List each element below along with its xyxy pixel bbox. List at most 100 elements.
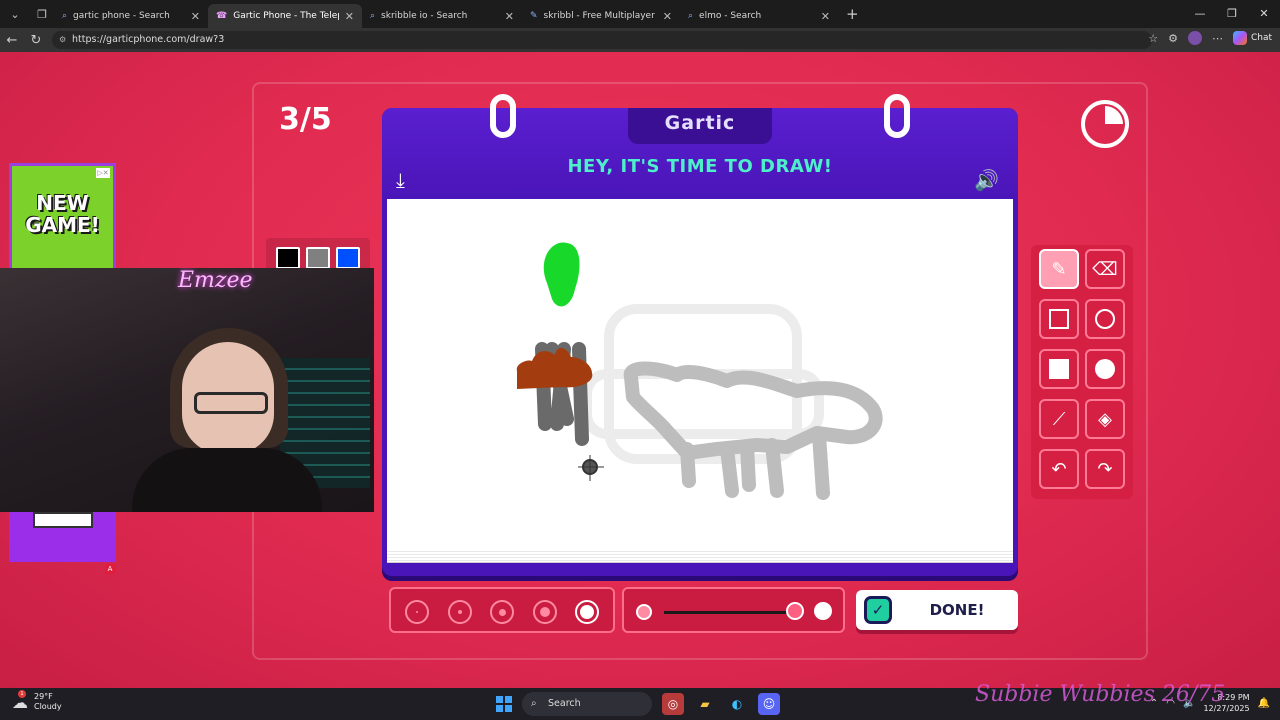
skribbl-icon: ✎ <box>530 11 538 21</box>
drawing-notebook: Gartic ⤓ 🔊 HEY, IT'S TIME TO DRAW! <box>382 94 1018 576</box>
undo-tool[interactable]: ↶ <box>1039 449 1079 489</box>
circle-filled-icon <box>1095 359 1115 379</box>
tool-panel: ✎ ⌫ ⟋ ◈ ↶ ↷ <box>1031 245 1133 499</box>
copilot-chat-button[interactable]: Chat <box>1232 31 1272 45</box>
close-tab-icon[interactable]: ✕ <box>345 10 354 23</box>
url-input[interactable]: ⚙ https://garticphone.com/draw?3 <box>52 31 1152 49</box>
color-swatch-blue[interactable] <box>336 247 360 269</box>
brush-size-1[interactable] <box>405 600 429 624</box>
square-outline-icon <box>1049 309 1069 329</box>
brush-size-4[interactable] <box>533 600 557 624</box>
line-tool[interactable]: ⟋ <box>1039 399 1079 439</box>
drawing-canvas[interactable] <box>387 199 1013 551</box>
square-filled-icon <box>1049 359 1069 379</box>
opacity-max-icon <box>814 602 832 620</box>
edge-browser-icon[interactable]: ◐ <box>726 693 748 715</box>
draw-prompt-headline: HEY, IT'S TIME TO DRAW! <box>567 156 833 177</box>
undo-icon: ↶ <box>1051 458 1067 480</box>
opacity-min-icon <box>636 604 652 620</box>
advertisement-banner-lower[interactable] <box>9 512 116 562</box>
tab-gartic-search[interactable]: ⌕ gartic phone - Search ✕ <box>54 4 208 28</box>
site-info-icon[interactable]: ⚙ <box>59 31 66 49</box>
ad-choices-icon[interactable]: A <box>105 564 115 574</box>
fill-bucket-tool[interactable]: ◈ <box>1085 399 1125 439</box>
toolbar-right: ☆ ⚙ ⋯ Chat <box>1148 31 1272 45</box>
redo-icon: ↷ <box>1097 458 1113 480</box>
file-explorer-icon[interactable]: ▰ <box>694 693 716 715</box>
weather-widget[interactable]: ☁ 1 29°F Cloudy <box>12 689 62 712</box>
notification-badge: 1 <box>18 689 26 698</box>
close-window-icon[interactable]: ✕ <box>1248 0 1280 28</box>
notifications-bell-icon[interactable]: 🔔 <box>1258 698 1270 709</box>
done-button[interactable]: ✓ DONE! <box>856 590 1018 630</box>
close-tab-icon[interactable]: ✕ <box>821 10 830 23</box>
gartic-icon: ☎ <box>216 11 228 21</box>
brush-size-2[interactable] <box>448 600 472 624</box>
close-tab-icon[interactable]: ✕ <box>191 10 200 23</box>
taskbar-search[interactable]: ⌕ Search <box>522 692 652 716</box>
pencil-tool[interactable]: ✎ <box>1039 249 1079 289</box>
tab-actions-chevron-icon[interactable]: ⌄ <box>3 3 27 25</box>
binder-ring-right <box>884 94 910 138</box>
circle-outline-icon <box>1095 309 1115 329</box>
glasses <box>194 392 268 414</box>
discord-icon[interactable]: ☺ <box>758 693 780 715</box>
color-swatch-black[interactable] <box>276 247 300 269</box>
reload-icon[interactable]: ↻ <box>24 33 48 48</box>
eraser-icon: ⌫ <box>1092 258 1118 280</box>
search-icon: ⌕ <box>531 698 537 709</box>
circle-outline-tool[interactable] <box>1085 299 1125 339</box>
maximize-icon[interactable]: ❐ <box>1216 0 1248 28</box>
address-bar-row: ← ↻ ⚙ https://garticphone.com/draw?3 ☆ ⚙… <box>0 28 1280 52</box>
more-menu-icon[interactable]: ⋯ <box>1212 32 1223 45</box>
color-swatch-gray[interactable] <box>306 247 330 269</box>
brush-size-5[interactable] <box>575 600 599 624</box>
brush-size-3[interactable] <box>490 600 514 624</box>
taskbar-apps: ⌕ Search ◎ ▰ ◐ ☺ <box>496 692 780 716</box>
ad-info-icon[interactable]: ▷✕ <box>96 168 110 178</box>
neon-sign: Emzee <box>178 268 253 293</box>
eraser-tool[interactable]: ⌫ <box>1085 249 1125 289</box>
search-icon: ⌕ <box>62 11 68 21</box>
windows-start-icon[interactable] <box>496 696 512 712</box>
animal-outline <box>623 361 883 460</box>
back-arrow-icon[interactable]: ← <box>0 33 24 48</box>
redo-tool[interactable]: ↷ <box>1085 449 1125 489</box>
round-counter: 3/5 <box>279 102 332 137</box>
opacity-track[interactable] <box>664 611 794 614</box>
opacity-slider-handle[interactable] <box>786 602 804 620</box>
search-icon: ⌕ <box>370 11 376 21</box>
line-icon: ⟋ <box>1052 408 1066 430</box>
stream-watermark: Subbie Wubbies 26/75 <box>975 682 1226 707</box>
tree-foliage <box>543 242 580 307</box>
window-controls: — ❐ ✕ <box>1184 0 1280 28</box>
webcam-overlay: Emzee <box>0 268 374 512</box>
pencil-icon: ✎ <box>1051 258 1067 280</box>
tab-skribbl[interactable]: ✎ skribbl - Free Multiplayer Drawing ✕ <box>522 4 680 28</box>
new-tab-plus-icon[interactable]: + <box>846 5 859 23</box>
profile-avatar[interactable] <box>1187 31 1202 45</box>
opacity-slider <box>622 587 845 633</box>
square-outline-tool[interactable] <box>1039 299 1079 339</box>
minimize-icon[interactable]: — <box>1184 0 1216 28</box>
pinned-app-icon[interactable]: ◎ <box>662 693 684 715</box>
extensions-icon[interactable]: ⚙ <box>1168 32 1178 45</box>
square-filled-tool[interactable] <box>1039 349 1079 389</box>
favorite-star-icon[interactable]: ☆ <box>1148 32 1158 45</box>
cloud-icon: ☁ 1 <box>12 689 28 712</box>
circle-filled-tool[interactable] <box>1085 349 1125 389</box>
weather-temp: 29°F <box>34 692 53 701</box>
workspaces-icon[interactable]: ❐ <box>30 3 54 25</box>
browser-tab-bar: ⌄ ❐ ⌕ gartic phone - Search ✕ ☎ Gartic P… <box>0 0 1280 28</box>
canvas-drawing <box>516 242 883 500</box>
fill-bucket-icon: ◈ <box>1098 408 1112 430</box>
tab-skribble-search[interactable]: ⌕ skribble io - Search ✕ <box>362 4 522 28</box>
ad-artwork <box>33 512 93 528</box>
weather-desc: Cloudy <box>34 702 62 711</box>
close-tab-icon[interactable]: ✕ <box>663 10 672 23</box>
close-tab-icon[interactable]: ✕ <box>505 10 514 23</box>
tab-gartic-phone[interactable]: ☎ Gartic Phone - The Telephone Gam ✕ <box>208 4 362 28</box>
advertisement-banner[interactable]: ▷✕ NEW GAME! <box>9 163 116 271</box>
copilot-icon <box>1232 31 1247 45</box>
tab-elmo-search[interactable]: ⌕ elmo - Search ✕ <box>680 4 838 28</box>
